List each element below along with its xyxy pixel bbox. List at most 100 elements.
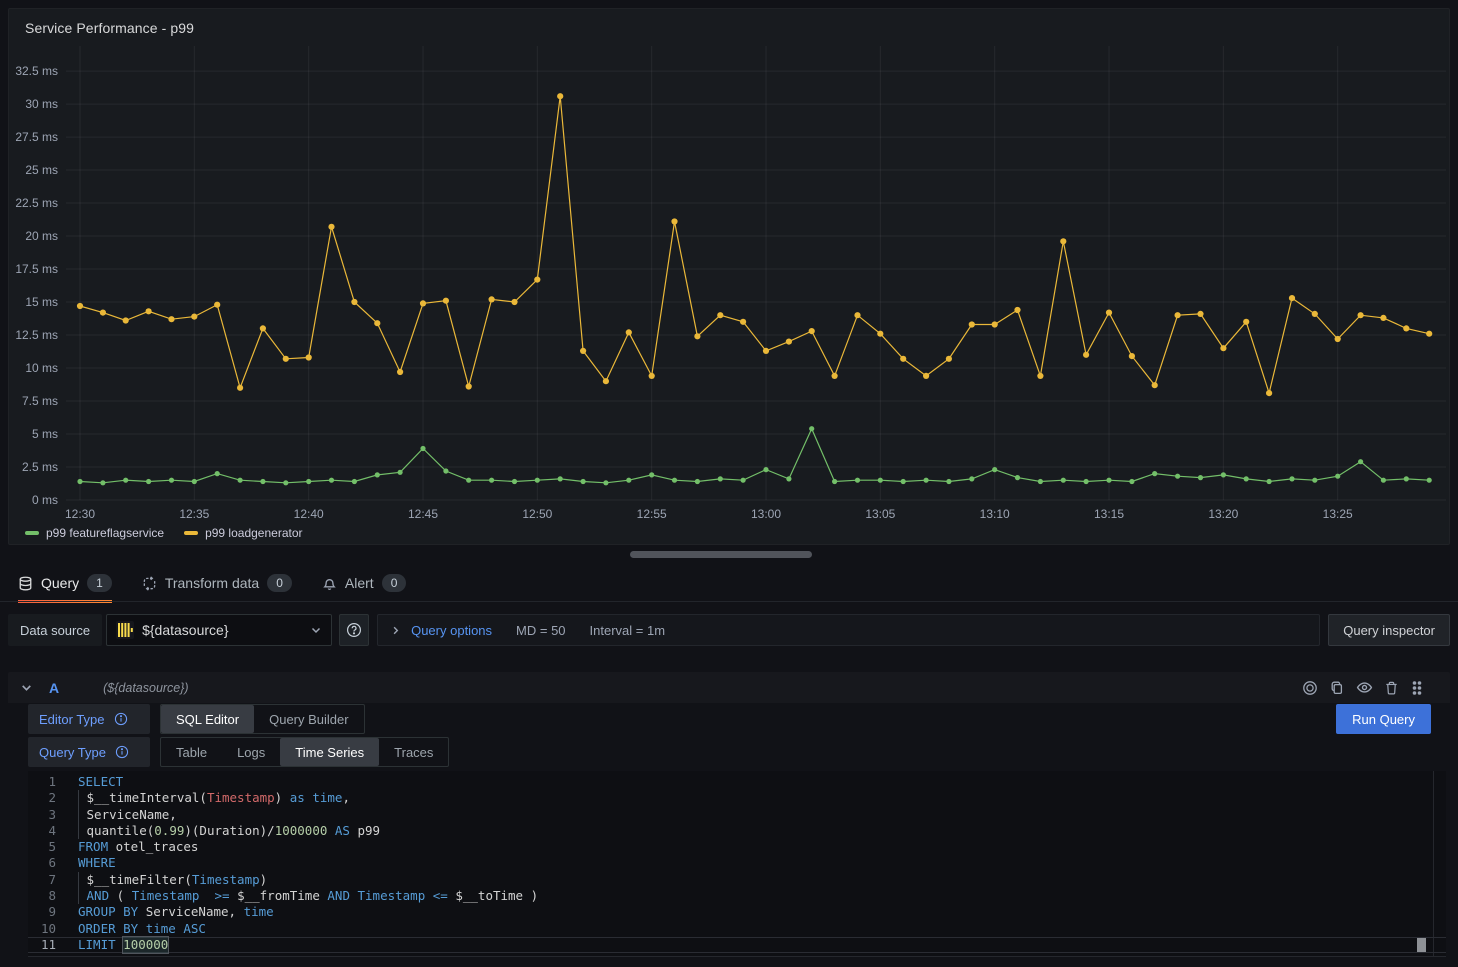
code-token: 1000000 (275, 823, 328, 839)
timeseries-panel: Service Performance - p99 0 ms2.5 ms5 ms… (8, 8, 1450, 545)
query-options-link[interactable]: Query options (411, 623, 492, 638)
code-token: LIMIT (78, 937, 116, 953)
datasource-picker[interactable]: ${datasource} (106, 614, 332, 646)
datasource-row: Data source ${datasource} Query options … (8, 613, 1450, 647)
code-line-3[interactable]: 3 ServiceName, (28, 807, 1446, 823)
svg-text:13:25: 13:25 (1323, 507, 1353, 521)
svg-text:12:50: 12:50 (522, 507, 552, 521)
query-options-bar[interactable]: Query options MD = 50 Interval = 1m (377, 614, 1320, 646)
query-type-traces[interactable]: Traces (379, 738, 448, 766)
code-token: p99 (350, 823, 380, 839)
code-token: $__toTime ) (448, 888, 538, 904)
tab-query[interactable]: Query 1 (18, 566, 112, 600)
datasource-help-button[interactable] (339, 614, 369, 646)
code-token: 100000 (123, 937, 168, 953)
legend-label: p99 featureflagservice (46, 526, 164, 540)
x-axis-labels: 12:3012:3512:4012:4512:5012:5513:0013:05… (65, 507, 1353, 521)
code-token: Timestamp (207, 790, 275, 806)
svg-text:12:30: 12:30 (65, 507, 95, 521)
code-token: Timestamp (192, 872, 260, 888)
query-type-chip: Query Type (28, 737, 150, 767)
tab-label: Transform data (165, 575, 259, 591)
legend-label: p99 loadgenerator (205, 526, 302, 540)
run-query-button[interactable]: Run Query (1336, 704, 1431, 734)
code-token (199, 888, 214, 904)
line-number: 1 (28, 774, 56, 790)
code-token: AND (327, 888, 350, 904)
code-line-11[interactable]: 11LIMIT 100000 (28, 937, 1446, 953)
tab-alert[interactable]: Alert 0 (322, 566, 406, 600)
code-line-2[interactable]: 2 $__timeInterval(Timestamp) as time, (28, 790, 1446, 806)
code-token: ORDER BY time ASC (78, 921, 206, 937)
code-token (350, 888, 358, 904)
code-line-1[interactable]: 1SELECT (28, 774, 1446, 790)
code-token: )(Duration)/ (184, 823, 274, 839)
code-line-9[interactable]: 9GROUP BY ServiceName, time (28, 904, 1446, 920)
svg-text:10 ms: 10 ms (25, 361, 58, 375)
panel-edit-tabs: Query 1 Transform data 0 Alert 0 (8, 566, 406, 600)
legend-item-loadgenerator[interactable]: p99 loadgenerator (184, 526, 302, 540)
svg-text:0 ms: 0 ms (32, 493, 58, 507)
database-icon (18, 576, 33, 591)
remove-query-trash-icon[interactable] (1384, 680, 1399, 696)
svg-text:13:05: 13:05 (865, 507, 895, 521)
code-token: $__fromTime (230, 888, 328, 904)
info-circle-icon[interactable] (115, 745, 129, 759)
code-token: ) (275, 790, 290, 806)
collapse-chevron-icon[interactable] (20, 681, 33, 694)
query-type-time-series[interactable]: Time Series (280, 738, 379, 766)
info-circle-icon[interactable] (114, 712, 128, 726)
svg-text:27.5 ms: 27.5 ms (15, 130, 58, 144)
code-line-4[interactable]: 4 quantile(0.99)(Duration)/1000000 AS p9… (28, 823, 1446, 839)
query-row-header[interactable]: A (${datasource}) (8, 672, 1450, 703)
datasource-label: Data source (8, 614, 102, 646)
query-row-actions (1302, 679, 1438, 696)
disable-query-icon[interactable] (1302, 680, 1318, 696)
svg-text:12:40: 12:40 (294, 507, 324, 521)
clickhouse-logo-icon (116, 621, 134, 639)
code-line-10[interactable]: 10 ORDER BY time ASC (28, 921, 1446, 937)
editor-type-sql-editor[interactable]: SQL Editor (161, 705, 254, 733)
line-number: 2 (28, 790, 56, 806)
code-token: AS (335, 823, 350, 839)
duplicate-query-icon[interactable] (1329, 680, 1345, 696)
series-p99-featureflagservice (77, 426, 1431, 485)
grid-lines (66, 46, 1446, 500)
legend-swatch-green (25, 531, 39, 535)
code-token: AND (87, 888, 110, 904)
editor-type-row: Editor Type SQL Editor Query Builder (28, 704, 365, 734)
svg-text:25 ms: 25 ms (25, 163, 58, 177)
query-type-table[interactable]: Table (161, 738, 222, 766)
hide-response-eye-icon[interactable] (1356, 679, 1373, 696)
code-line-7[interactable]: 7 $__timeFilter(Timestamp) (28, 872, 1446, 888)
line-number: 10 (28, 921, 56, 937)
tab-count-badge: 1 (87, 574, 112, 592)
code-token: <= (433, 888, 448, 904)
svg-text:32.5 ms: 32.5 ms (15, 64, 58, 78)
code-token (327, 823, 335, 839)
query-inspector-button[interactable]: Query inspector (1328, 614, 1450, 646)
query-type-logs[interactable]: Logs (222, 738, 280, 766)
code-line-5[interactable]: 5FROM otel_traces (28, 839, 1446, 855)
tabbar-divider (0, 601, 1458, 602)
svg-text:13:20: 13:20 (1208, 507, 1238, 521)
bell-icon (322, 576, 337, 591)
datasource-value: ${datasource} (142, 622, 302, 638)
y-axis-labels: 0 ms2.5 ms5 ms7.5 ms10 ms12.5 ms15 ms17.… (15, 64, 58, 507)
code-token: ( (109, 888, 132, 904)
editor-type-chip: Editor Type (28, 704, 150, 734)
code-token: time (312, 790, 342, 806)
code-line-6[interactable]: 6WHERE (28, 855, 1446, 871)
code-line-8[interactable]: 8 AND ( Timestamp >= $__fromTime AND Tim… (28, 888, 1446, 904)
timeseries-chart[interactable]: 0 ms2.5 ms5 ms7.5 ms10 ms12.5 ms15 ms17.… (9, 39, 1449, 523)
horizontal-scrollbar-thumb[interactable] (630, 551, 812, 558)
tab-transform-data[interactable]: Transform data 0 (142, 566, 292, 600)
legend-item-featureflagservice[interactable]: p99 featureflagservice (25, 526, 164, 540)
editor-type-query-builder[interactable]: Query Builder (254, 705, 363, 733)
sql-code-editor[interactable]: 1SELECT2 $__timeInterval(Timestamp) as t… (28, 771, 1446, 957)
code-token: ) (260, 872, 268, 888)
transform-icon (142, 576, 157, 591)
series-p99-loadgenerator (77, 93, 1432, 396)
svg-text:12:45: 12:45 (408, 507, 438, 521)
drag-handle-icon[interactable] (1410, 680, 1424, 696)
